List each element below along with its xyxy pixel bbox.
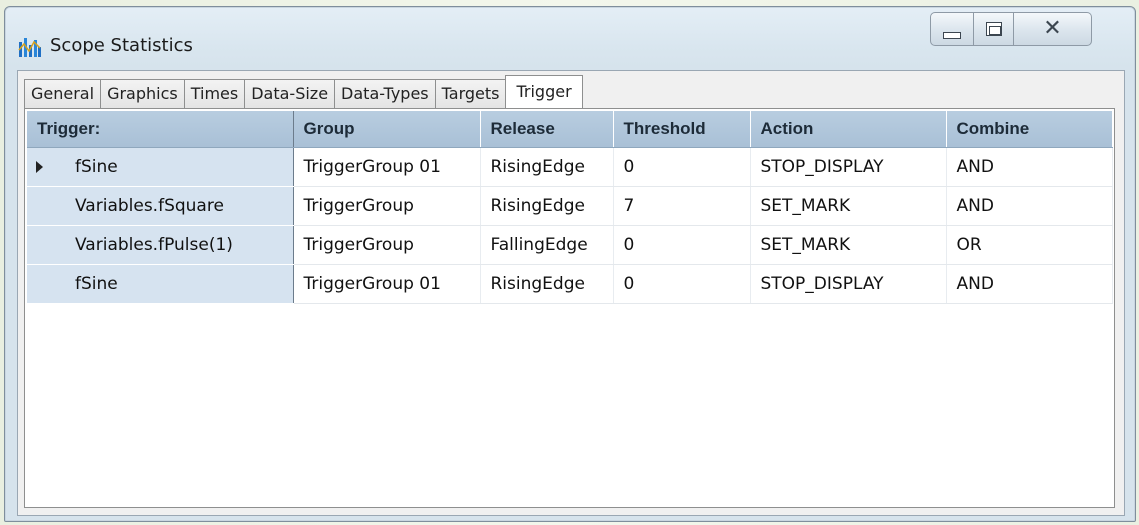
- release-cell[interactable]: FallingEdge: [480, 225, 614, 265]
- minimize-button[interactable]: [930, 12, 974, 46]
- trigger-variable: Variables.fPulse(1): [75, 235, 233, 255]
- threshold-cell[interactable]: 0: [613, 147, 751, 187]
- column-header-combine[interactable]: Combine: [946, 111, 1113, 148]
- combine-cell[interactable]: AND: [946, 147, 1113, 187]
- row-header[interactable]: fSine: [27, 147, 294, 187]
- column-header-action[interactable]: Action: [750, 111, 947, 148]
- table-row[interactable]: Variables.fSquare TriggerGroup RisingEdg…: [27, 186, 1113, 226]
- group-cell[interactable]: TriggerGroup: [293, 186, 481, 226]
- group-cell[interactable]: TriggerGroup 01: [293, 264, 481, 304]
- tab-graphics[interactable]: Graphics: [100, 79, 184, 109]
- close-button[interactable]: ✕: [1014, 12, 1092, 46]
- row-header[interactable]: Variables.fPulse(1): [27, 225, 294, 265]
- group-cell[interactable]: TriggerGroup: [293, 225, 481, 265]
- table-row[interactable]: fSine TriggerGroup 01 RisingEdge 0 STOP_…: [27, 264, 1113, 304]
- title-bar[interactable]: Scope Statistics ✕: [5, 7, 1135, 69]
- grid-header-row: Trigger: Group Release Threshold Action …: [27, 111, 1113, 148]
- combine-cell[interactable]: OR: [946, 225, 1113, 265]
- column-header-release[interactable]: Release: [480, 111, 614, 148]
- client-area: General Graphics Times Data-Size Data-Ty…: [17, 70, 1125, 516]
- current-row-arrow-icon: [36, 161, 43, 173]
- close-icon: ✕: [1043, 16, 1062, 41]
- minimize-icon: [943, 31, 961, 39]
- trigger-variable: Variables.fSquare: [75, 196, 224, 216]
- window-title: Scope Statistics: [50, 35, 193, 56]
- combine-cell[interactable]: AND: [946, 186, 1113, 226]
- action-cell[interactable]: STOP_DISPLAY: [750, 264, 947, 304]
- tab-data-size[interactable]: Data-Size: [244, 79, 335, 109]
- column-header-trigger[interactable]: Trigger:: [27, 111, 294, 148]
- threshold-cell[interactable]: 7: [613, 186, 751, 226]
- scope-statistics-window: Scope Statistics ✕ General Graphics Time…: [4, 6, 1136, 522]
- tab-data-types[interactable]: Data-Types: [334, 79, 435, 109]
- action-cell[interactable]: SET_MARK: [750, 225, 947, 265]
- maximize-button[interactable]: [974, 12, 1014, 46]
- trigger-variable: fSine: [75, 157, 118, 177]
- table-row[interactable]: fSine TriggerGroup 01 RisingEdge 0 STOP_…: [27, 147, 1113, 187]
- tab-times[interactable]: Times: [183, 79, 245, 109]
- trigger-grid: Trigger: Group Release Threshold Action …: [27, 111, 1113, 304]
- bar-chart-icon: [18, 36, 42, 58]
- threshold-cell[interactable]: 0: [613, 264, 751, 304]
- column-header-group[interactable]: Group: [293, 111, 481, 148]
- table-row[interactable]: Variables.fPulse(1) TriggerGroup Falling…: [27, 225, 1113, 265]
- row-header[interactable]: fSine: [27, 264, 294, 304]
- trigger-panel: Trigger: Group Release Threshold Action …: [24, 108, 1115, 508]
- threshold-cell[interactable]: 0: [613, 225, 751, 265]
- tab-general[interactable]: General: [24, 79, 101, 109]
- caption-buttons: ✕: [930, 12, 1092, 46]
- tab-targets[interactable]: Targets: [434, 79, 506, 109]
- row-header[interactable]: Variables.fSquare: [27, 186, 294, 226]
- column-header-threshold[interactable]: Threshold: [613, 111, 751, 148]
- maximize-icon: [985, 22, 1002, 36]
- action-cell[interactable]: STOP_DISPLAY: [750, 147, 947, 187]
- release-cell[interactable]: RisingEdge: [480, 186, 614, 226]
- trigger-variable: fSine: [75, 274, 118, 294]
- tab-trigger[interactable]: Trigger: [505, 75, 583, 109]
- group-cell[interactable]: TriggerGroup 01: [293, 147, 481, 187]
- tab-strip: General Graphics Times Data-Size Data-Ty…: [24, 75, 583, 109]
- release-cell[interactable]: RisingEdge: [480, 147, 614, 187]
- action-cell[interactable]: SET_MARK: [750, 186, 947, 226]
- release-cell[interactable]: RisingEdge: [480, 264, 614, 304]
- combine-cell[interactable]: AND: [946, 264, 1113, 304]
